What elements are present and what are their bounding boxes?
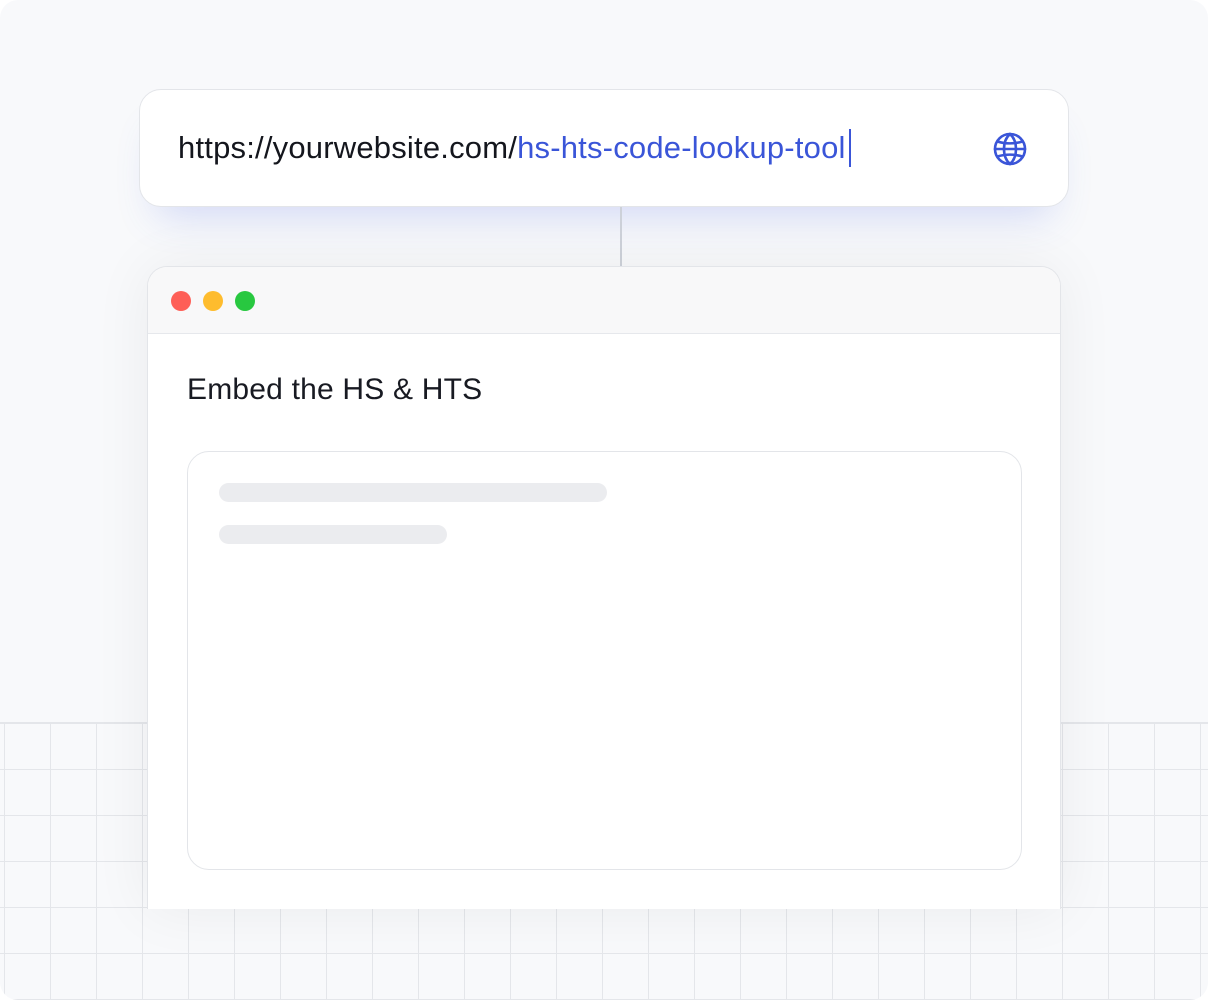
text-caret: [848, 129, 851, 167]
maximize-window-button[interactable]: [235, 291, 255, 311]
url-slug: hs-hts-code-lookup-tool: [517, 130, 846, 165]
skeleton-line: [219, 483, 607, 502]
skeleton-line: [219, 525, 447, 544]
embed-placeholder-card: [187, 451, 1022, 870]
connector-line: [620, 207, 622, 267]
url-base: https://yourwebsite.com/: [178, 130, 518, 165]
illustration-canvas: https://yourwebsite.com/hs-hts-code-look…: [0, 0, 1208, 1000]
minimize-window-button[interactable]: [203, 291, 223, 311]
globe-icon[interactable]: [992, 131, 1028, 167]
page-heading: Embed the HS & HTS: [187, 373, 483, 406]
close-window-button[interactable]: [171, 291, 191, 311]
browser-titlebar: [148, 267, 1060, 334]
url-field[interactable]: https://yourwebsite.com/hs-hts-code-look…: [178, 90, 851, 206]
browser-window: Embed the HS & HTS: [147, 266, 1061, 909]
address-bar[interactable]: https://yourwebsite.com/hs-hts-code-look…: [139, 89, 1069, 207]
